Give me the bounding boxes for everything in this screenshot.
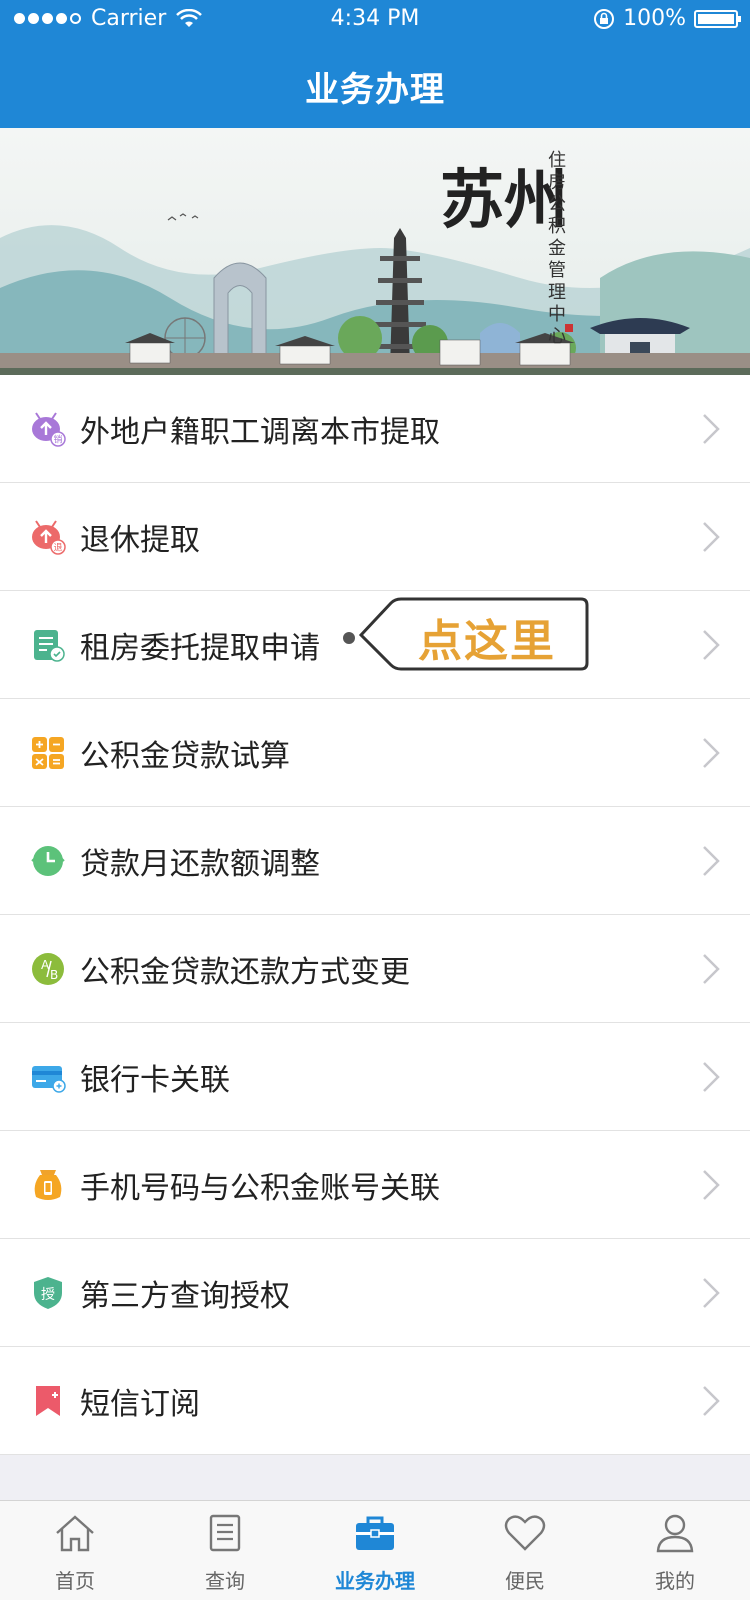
tab-label: 查询 [205,1569,245,1593]
list-item-phone-link[interactable]: 手机号码与公积金账号关联 [0,1131,750,1239]
suzhou-banner: 苏州 住房公积金管理中心 [0,128,750,375]
chevron-right-icon [703,953,720,984]
chevron-right-icon [703,1169,720,1200]
clock-icon [31,845,65,876]
chevron-right-icon [703,413,720,444]
tab-query[interactable]: 查询 [150,1501,300,1600]
list-item-label: 银行卡关联 [80,1062,230,1098]
status-bar: Carrier 4:34 PM 100% [0,0,750,40]
suzhou-skyline-illustration [0,128,750,375]
battery-icon [694,9,741,28]
list-item-label: 公积金贷款试算 [80,738,290,774]
chevron-right-icon [703,737,720,768]
battery-percent: 100% [623,6,686,31]
list-item-monthly-repayment[interactable]: 贷款月还款额调整 [0,807,750,915]
banner-subtitle: 住房公积金管理中心 [548,150,566,347]
list-item-label: 退休提取 [80,522,200,558]
top-bar: Carrier 4:34 PM 100% 业务办理 [0,0,750,128]
ab-switch-icon: A B [32,952,64,985]
page-title: 业务办理 [305,70,445,110]
tab-home[interactable]: 首页 [0,1501,150,1600]
click-here-callout: 点这里 [343,585,598,683]
list-item-sms-subscribe[interactable]: 短信订阅 [0,1347,750,1455]
heart-icon [504,1515,546,1551]
tab-label: 业务办理 [335,1569,415,1593]
chevron-right-icon [703,521,720,552]
briefcase-icon [356,1516,394,1550]
rotation-lock-icon [594,8,615,29]
chevron-right-icon [703,1061,720,1092]
svg-text:B: B [50,968,58,982]
query-document-icon [209,1514,241,1552]
calculator-icon [32,736,64,769]
rent-document-icon [34,629,65,662]
svg-text:授: 授 [41,1287,55,1303]
list-item-label: 贷款月还款额调整 [80,846,320,882]
chevron-right-icon [703,629,720,660]
list-item-transfer-withdraw[interactable]: 销 外地户籍职工调离本市提取 [0,375,750,483]
list-item-label: 手机号码与公积金账号关联 [80,1170,440,1206]
tab-label: 便民 [505,1569,545,1593]
sms-bookmark-icon [36,1385,60,1416]
bottom-tab-bar: 首页 查询 业务办理 便民 我的 [0,1500,750,1600]
svg-text:退: 退 [53,542,62,553]
tab-convenience[interactable]: 便民 [450,1501,600,1600]
list-item-label: 外地户籍职工调离本市提取 [80,414,440,450]
chevron-right-icon [703,845,720,876]
list-item-repayment-method[interactable]: A B 公积金贷款还款方式变更 [0,915,750,1023]
list-item-third-party-auth[interactable]: 授 第三方查询授权 [0,1239,750,1347]
retire-withdraw-icon: 退 [32,519,66,555]
list-item-label: 公积金贷款还款方式变更 [80,954,410,990]
callout-text: 点这里 [418,616,556,667]
svg-text:销: 销 [53,433,62,445]
list-item-label: 第三方查询授权 [80,1278,290,1314]
chevron-right-icon [703,1385,720,1416]
business-list: 销 外地户籍职工调离本市提取 退 退休提取 租房委托提取申请 公积金贷款试算 贷… [0,375,750,1455]
list-item-loan-calculator[interactable]: 公积金贷款试算 [0,699,750,807]
list-item-label: 短信订阅 [80,1386,200,1422]
list-item-label: 租房委托提取申请 [80,630,320,666]
bank-card-icon [32,1065,66,1093]
tab-label: 我的 [655,1569,695,1593]
withdraw-transfer-icon: 销 [32,411,66,447]
home-icon [56,1515,94,1552]
authorize-shield-icon: 授 [34,1276,62,1309]
list-item-bank-card[interactable]: 银行卡关联 [0,1023,750,1131]
phone-bag-icon [34,1169,62,1200]
chevron-right-icon [703,1277,720,1308]
user-icon [656,1514,694,1553]
tab-business[interactable]: 业务办理 [300,1501,450,1600]
tab-label: 首页 [55,1569,95,1593]
list-item-retire-withdraw[interactable]: 退 退休提取 [0,483,750,591]
tab-mine[interactable]: 我的 [600,1501,750,1600]
